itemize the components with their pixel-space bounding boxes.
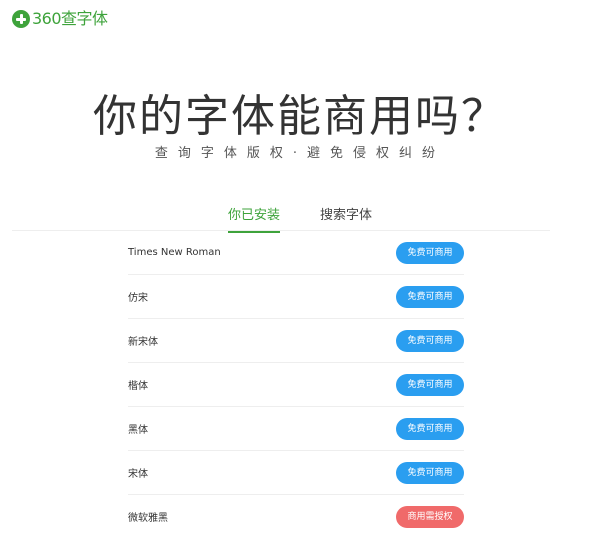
license-badge[interactable]: 免费可商用	[396, 417, 464, 440]
font-name: 仿宋	[128, 293, 148, 304]
license-badge[interactable]: 免费可商用	[396, 461, 464, 484]
font-row: 黑体 免费可商用	[128, 407, 464, 451]
tab-search-fonts[interactable]: 搜索字体	[320, 204, 372, 233]
font-row: 仿宋 免费可商用	[128, 275, 464, 319]
license-badge[interactable]: 免费可商用	[396, 285, 464, 308]
font-name: 黑体	[128, 425, 148, 436]
font-name: Times New Roman	[128, 247, 221, 258]
font-name: 楷体	[128, 381, 148, 392]
font-row: 新宋体 免费可商用	[128, 319, 464, 363]
page-title: 你的字体能商用吗？	[93, 91, 507, 142]
license-badge[interactable]: 免费可商用	[396, 329, 464, 352]
license-badge[interactable]: 商用需授权	[396, 505, 464, 528]
license-badge[interactable]: 免费可商用	[396, 241, 464, 264]
font-name: 微软雅黑	[128, 513, 168, 524]
font-row: Times New Roman 免费可商用	[128, 231, 464, 275]
tab-installed[interactable]: 你已安装	[227, 204, 280, 233]
font-row: 宋体 免费可商用	[128, 451, 464, 495]
tab-bar: 你已安装 搜索字体	[0, 204, 600, 233]
brand-name: 360查字体	[32, 9, 108, 28]
page-subtitle: 查询字体版权·避免侵权纠纷	[154, 146, 446, 161]
font-name: 新宋体	[128, 337, 158, 348]
license-badge[interactable]: 免费可商用	[396, 373, 464, 396]
plus-circle-icon	[12, 10, 30, 28]
brand-logo[interactable]: 360查字体	[12, 10, 108, 28]
font-name: 宋体	[128, 469, 148, 480]
font-list: Times New Roman 免费可商用 仿宋 免费可商用 新宋体 免费可商用…	[128, 231, 464, 538]
font-row: 楷体 免费可商用	[128, 363, 464, 407]
font-row: 微软雅黑 商用需授权	[128, 495, 464, 538]
